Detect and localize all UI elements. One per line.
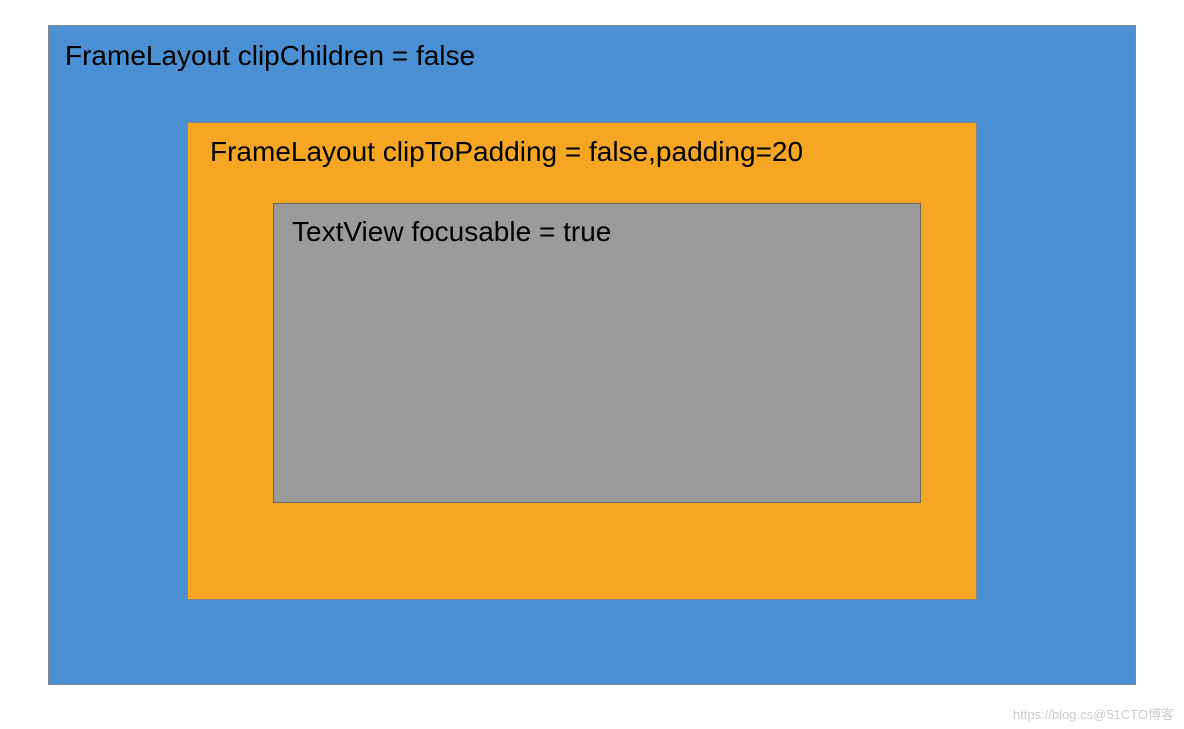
watermark-text: https://blog.cs@51CTO博客 — [1013, 704, 1174, 723]
middle-framelayout-box: FrameLayout clipToPadding = false,paddin… — [187, 122, 977, 600]
inner-textview-box: TextView focusable = true — [273, 203, 921, 503]
middle-framelayout-label: FrameLayout clipToPadding = false,paddin… — [210, 136, 803, 168]
outer-framelayout-box: FrameLayout clipChildren = false FrameLa… — [48, 25, 1136, 685]
outer-framelayout-label: FrameLayout clipChildren = false — [65, 40, 475, 72]
inner-textview-label: TextView focusable = true — [292, 216, 611, 248]
